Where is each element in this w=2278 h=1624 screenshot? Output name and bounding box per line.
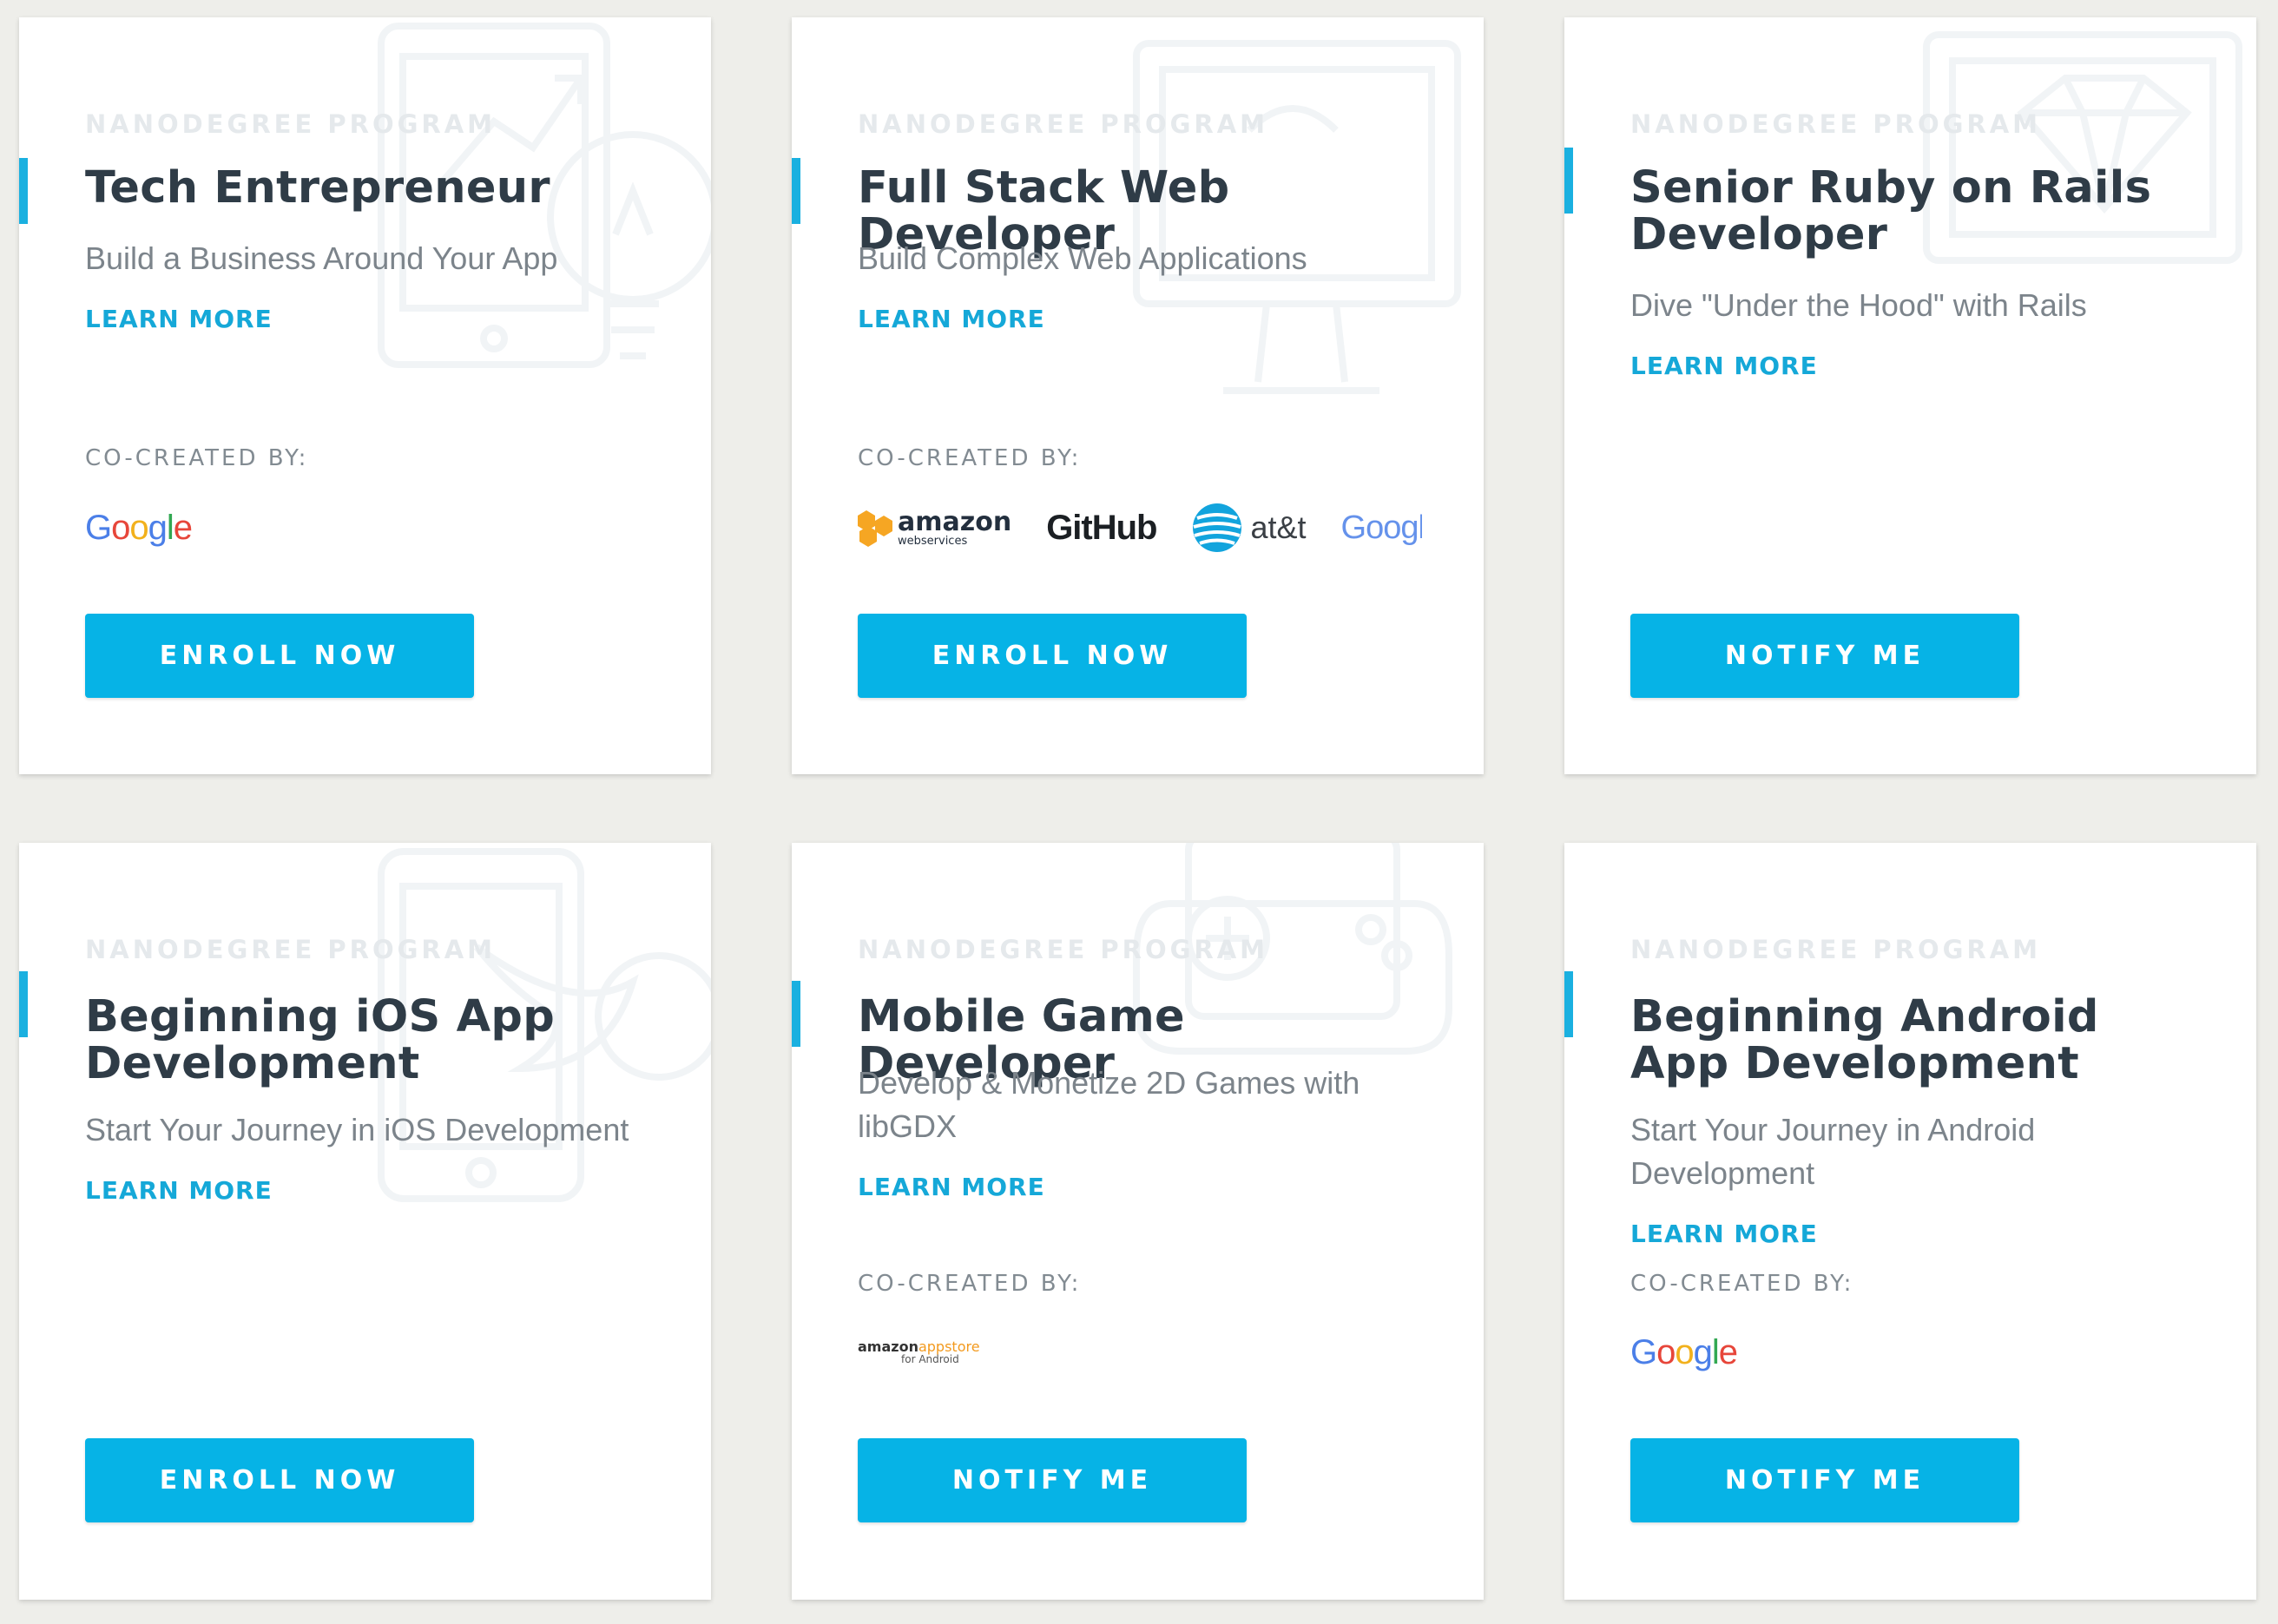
learn-more-link[interactable]: LEARN MORE xyxy=(85,305,273,333)
program-card-mobile-game: NANODEGREE PROGRAM Mobile Game Developer… xyxy=(792,843,1484,1600)
learn-more-link[interactable]: LEARN MORE xyxy=(858,305,1045,333)
notify-me-button[interactable]: NOTIFY ME xyxy=(1630,614,2019,698)
learn-more-link[interactable]: LEARN MORE xyxy=(85,1176,273,1205)
program-card-android: NANODEGREE PROGRAM Beginning Android App… xyxy=(1564,843,2256,1600)
att-globe-icon xyxy=(1192,503,1241,552)
att-logo: at&t xyxy=(1192,503,1307,553)
program-subtitle: Start Your Journey in Android Developmen… xyxy=(1630,1112,2036,1191)
partner-logos: amazonappstore for Android xyxy=(858,1318,1422,1387)
program-subtitle: Build Complex Web Applications xyxy=(858,240,1307,276)
co-created-label: CO-CREATED BY: xyxy=(85,445,309,471)
learn-more-link[interactable]: LEARN MORE xyxy=(1630,1220,1818,1248)
program-title: Tech Entrepreneur xyxy=(85,162,550,214)
co-created-label: CO-CREATED BY: xyxy=(858,1271,1082,1297)
accent-bar xyxy=(1564,148,1573,214)
co-created-label: CO-CREATED BY: xyxy=(1630,1271,1854,1297)
amazon-appstore-logo: amazonappstore for Android xyxy=(858,1338,980,1365)
enroll-now-button[interactable]: ENROLL NOW xyxy=(85,1438,474,1522)
program-type-label: NANODEGREE PROGRAM xyxy=(858,935,1269,964)
program-title: Beginning iOS App Development xyxy=(85,991,556,1089)
enroll-now-button[interactable]: ENROLL NOW xyxy=(858,614,1247,698)
partner-logos: amazon webservices GitHub at&t Googl xyxy=(858,493,1422,562)
program-type-label: NANODEGREE PROGRAM xyxy=(1630,109,2042,139)
tablet-lightbulb-icon xyxy=(378,23,711,368)
learn-more-link[interactable]: LEARN MORE xyxy=(858,1173,1045,1201)
accent-bar xyxy=(19,971,28,1037)
aws-cubes-icon xyxy=(858,510,892,547)
amazon-web-services-logo: amazon webservices xyxy=(858,509,1011,547)
program-card-tech-entrepreneur: NANODEGREE PROGRAM Tech Entrepreneur Bui… xyxy=(19,17,711,774)
notify-me-button[interactable]: NOTIFY ME xyxy=(858,1438,1247,1522)
program-title: Beginning Android App Development xyxy=(1630,991,2099,1089)
co-created-label: CO-CREATED BY: xyxy=(858,445,1082,471)
program-card-full-stack: NANODEGREE PROGRAM Full Stack Web Develo… xyxy=(792,17,1484,774)
notify-me-button[interactable]: NOTIFY ME xyxy=(1630,1438,2019,1522)
program-type-label: NANODEGREE PROGRAM xyxy=(85,109,497,139)
accent-bar xyxy=(792,158,800,224)
enroll-now-button[interactable]: ENROLL NOW xyxy=(85,614,474,698)
partner-logos: Google xyxy=(1630,1318,2195,1387)
google-logo: Googl xyxy=(1340,509,1422,546)
accent-bar xyxy=(19,158,28,224)
program-card-ruby-on-rails: NANODEGREE PROGRAM Senior Ruby on Rails … xyxy=(1564,17,2256,774)
accent-bar xyxy=(792,981,800,1047)
google-logo: Google xyxy=(1630,1332,1738,1371)
program-subtitle: Dive "Under the Hood" with Rails xyxy=(1630,287,2087,323)
program-type-label: NANODEGREE PROGRAM xyxy=(858,109,1269,139)
github-logo: GitHub xyxy=(1046,508,1157,547)
partner-logos: Google xyxy=(85,493,649,562)
program-type-label: NANODEGREE PROGRAM xyxy=(85,935,497,964)
program-card-ios: NANODEGREE PROGRAM Beginning iOS App Dev… xyxy=(19,843,711,1600)
program-subtitle: Develop & Monetize 2D Games with libGDX xyxy=(858,1065,1360,1144)
accent-bar xyxy=(1564,971,1573,1037)
google-logo: Google xyxy=(85,508,193,547)
program-subtitle: Build a Business Around Your App xyxy=(85,240,558,276)
program-title: Senior Ruby on Rails Developer xyxy=(1630,162,2152,260)
program-subtitle: Start Your Journey in iOS Development xyxy=(85,1112,629,1147)
program-type-label: NANODEGREE PROGRAM xyxy=(1630,935,2042,964)
learn-more-link[interactable]: LEARN MORE xyxy=(1630,352,1818,380)
